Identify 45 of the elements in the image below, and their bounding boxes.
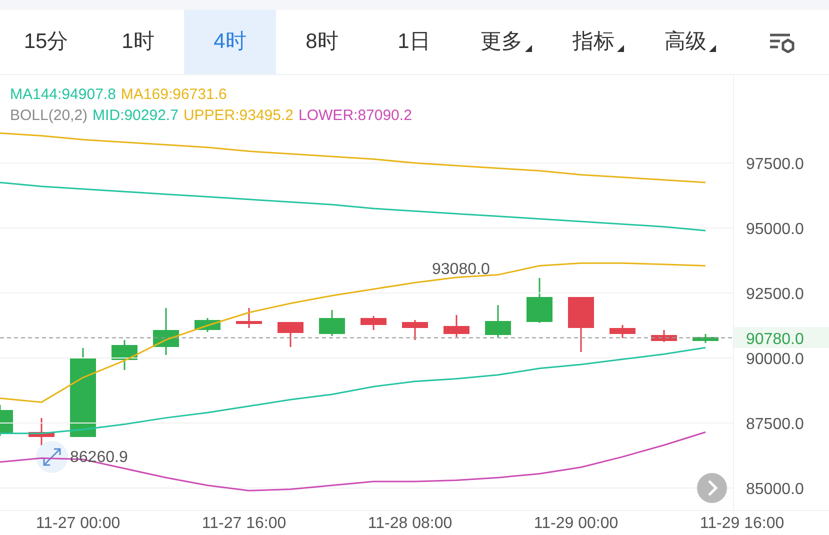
candle [651,330,677,342]
timeframe-tab[interactable]: 1日 [368,10,460,74]
candle [568,297,594,352]
timeframe-tab[interactable]: 1时 [92,10,184,74]
price-axis-label: 92500.0 [746,286,804,303]
timeframe-tab[interactable]: 更多 [460,10,552,74]
candle [112,340,138,370]
candle [153,308,179,355]
candle [402,320,428,340]
indicator-legend: MID:90292.7 [92,106,178,126]
timeframe-tab[interactable]: 指标 [552,10,644,74]
price-axis-label: 87500.0 [746,416,804,433]
time-axis-label: 11-29 00:00 [534,515,618,532]
time-axis-label: 11-27 00:00 [36,515,120,532]
price-axis-label: 90000.0 [746,351,804,368]
expand-icon[interactable] [36,441,68,473]
timeframe-tab[interactable]: 8时 [276,10,368,74]
high-price-label: 93080.0 [432,261,490,278]
low-price-label: 86260.9 [70,449,128,466]
candle [278,322,304,347]
price-axis-label: 85000.0 [746,481,804,498]
candle [526,278,552,323]
candle [692,334,718,343]
price-axis-label: 97500.0 [746,156,804,173]
candle [444,315,470,337]
candle [610,325,636,338]
timeframe-tab[interactable]: 高级 [644,10,736,74]
candle [0,405,13,436]
candle [194,318,220,332]
indicator-legend: UPPER:93495.2 [183,106,294,126]
indicator-legend: BOLL(20,2) [10,106,88,126]
timeframe-tab[interactable]: 15分 [0,10,92,74]
time-axis-label: 11-27 16:00 [202,515,286,532]
indicator-legend: MA144:94907.8 [10,85,116,105]
indicator-legend: MA169:96731.6 [120,85,227,105]
candle [319,310,345,336]
candle [360,316,386,330]
indicator-legend: LOWER:87090.2 [298,106,412,126]
current-price-tag: 90780.0 [746,331,804,348]
time-axis-label: 11-28 08:00 [368,515,452,532]
price-axis-label: 95000.0 [746,221,804,238]
candle [236,308,262,328]
time-axis-label: 11-29 16:00 [700,515,784,532]
timeframe-tab[interactable]: 4时 [184,10,276,74]
candle [485,305,511,337]
